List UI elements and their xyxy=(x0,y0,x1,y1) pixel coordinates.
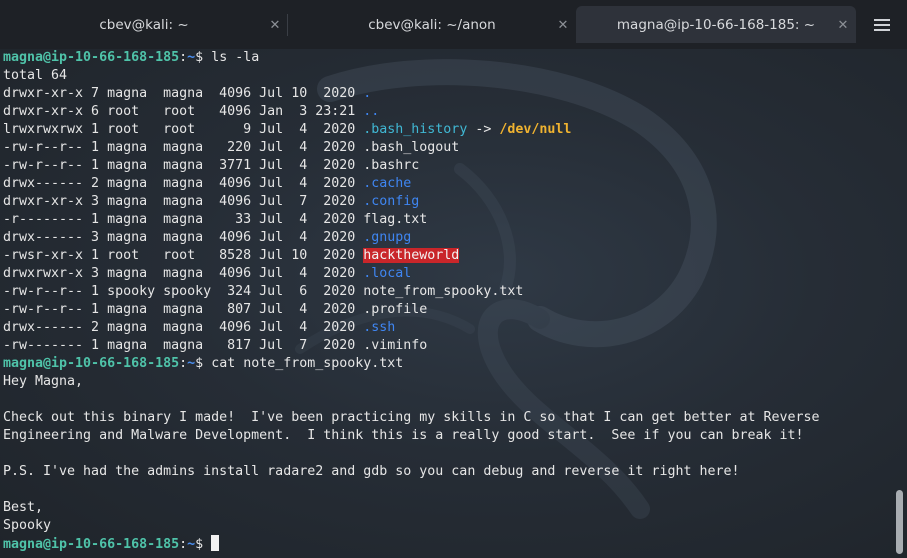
ls-row-meta: -rwsr-xr-x 1 root root 8528 Jul 10 2020 xyxy=(3,248,364,263)
ls-row-name: .bash_history xyxy=(363,122,468,137)
ls-listing: drwxr-xr-x 7 magna magna 4096 Jul 10 202… xyxy=(3,85,883,355)
close-icon[interactable]: ✕ xyxy=(266,16,284,34)
note-line: Hey Magna, xyxy=(3,374,84,389)
terminal-view[interactable]: magna@ip-10-66-168-185:~$ ls -la total 6… xyxy=(0,49,907,558)
prompt-sep: : xyxy=(179,356,188,371)
ls-row: drwxr-xr-x 3 magna magna 4096 Jul 7 2020… xyxy=(3,193,883,211)
ls-row-meta: drwxr-xr-x 7 magna magna 4096 Jul 10 202… xyxy=(3,86,364,101)
ls-row-name: .viminfo xyxy=(363,338,428,353)
output-line: total 64 xyxy=(3,68,68,83)
text-cursor xyxy=(211,535,220,551)
ls-row-meta: -rw------- 1 magna magna 817 Jul 7 2020 xyxy=(3,338,364,353)
terminal-window: cbev@kali: ~ ✕ cbev@kali: ~/anon ✕ magna… xyxy=(0,0,907,558)
ls-row-name: .local xyxy=(363,266,412,281)
command-text: ls -la xyxy=(211,50,260,65)
ls-row: -rw-r--r-- 1 spooky spooky 324 Jul 6 202… xyxy=(3,283,883,301)
prompt-path: ~ xyxy=(187,50,196,65)
scrollbar-track[interactable] xyxy=(893,49,907,558)
ls-row: drwx------ 2 magna magna 4096 Jul 4 2020… xyxy=(3,175,883,193)
note-line: P.S. I've had the admins install radare2… xyxy=(3,464,740,479)
command-text: cat note_from_spooky.txt xyxy=(211,356,404,371)
prompt-user-host: magna@ip-10-66-168-185 xyxy=(3,356,180,371)
ls-row: lrwxrwxrwx 1 root root 9 Jul 4 2020 .bas… xyxy=(3,121,883,139)
prompt-path: ~ xyxy=(187,356,196,371)
close-icon[interactable]: ✕ xyxy=(834,16,852,34)
note-line xyxy=(3,481,883,499)
ls-row-name: .profile xyxy=(363,302,428,317)
hamburger-menu-icon xyxy=(874,19,890,31)
ls-row-meta: drwx------ 2 magna magna 4096 Jul 4 2020 xyxy=(3,320,364,335)
prompt-sep: : xyxy=(179,537,188,552)
prompt-symbol: $ xyxy=(195,537,204,552)
ls-row-name: note_from_spooky.txt xyxy=(363,284,524,299)
note-line xyxy=(3,391,883,409)
prompt-user-host: magna@ip-10-66-168-185 xyxy=(3,537,180,552)
prompt-line: magna@ip-10-66-168-185:~$ cat note_from_… xyxy=(3,355,883,373)
ls-row-name: .config xyxy=(363,194,420,209)
ls-row: -rw-r--r-- 1 magna magna 3771 Jul 4 2020… xyxy=(3,157,883,175)
ls-row: drwx------ 2 magna magna 4096 Jul 4 2020… xyxy=(3,319,883,337)
note-line: Best, xyxy=(3,500,44,515)
ls-row-meta: -rw-r--r-- 1 magna magna 220 Jul 4 2020 xyxy=(3,140,364,155)
ls-row-name: . xyxy=(363,86,372,101)
close-icon[interactable]: ✕ xyxy=(554,16,572,34)
ls-row-meta: drwxr-xr-x 3 magna magna 4096 Jul 7 2020 xyxy=(3,194,364,209)
note-contents: Hey Magna, Check out this binary I made! … xyxy=(3,373,883,535)
note-line: Engineering and Malware Development. I t… xyxy=(3,428,804,443)
prompt-user-host: magna@ip-10-66-168-185 xyxy=(3,50,180,65)
ls-row-meta: drwx------ 2 magna magna 4096 Jul 4 2020 xyxy=(3,176,364,191)
note-line: Spooky xyxy=(3,518,52,533)
symlink-arrow: -> xyxy=(467,122,500,137)
prompt-symbol: $ xyxy=(195,50,204,65)
prompt-line: magna@ip-10-66-168-185:~$ ls -la xyxy=(3,49,883,67)
tab-title: cbev@kali: ~ xyxy=(99,16,189,33)
ls-row-meta: -rw-r--r-- 1 magna magna 807 Jul 4 2020 xyxy=(3,302,364,317)
note-line xyxy=(3,445,883,463)
ls-row-meta: drwx------ 3 magna magna 4096 Jul 4 2020 xyxy=(3,230,364,245)
prompt-path: ~ xyxy=(187,537,196,552)
prompt-sep: : xyxy=(179,50,188,65)
ls-row: -rw------- 1 magna magna 817 Jul 7 2020 … xyxy=(3,337,883,355)
ls-row-meta: -r-------- 1 magna magna 33 Jul 4 2020 xyxy=(3,212,364,227)
note-line: Check out this binary I made! I've been … xyxy=(3,410,820,425)
tab-cbev-anon[interactable]: cbev@kali: ~/anon ✕ xyxy=(288,0,576,49)
menu-button[interactable] xyxy=(865,8,899,42)
ls-row: drwx------ 3 magna magna 4096 Jul 4 2020… xyxy=(3,229,883,247)
ls-row: drwxrwxr-x 3 magna magna 4096 Jul 4 2020… xyxy=(3,265,883,283)
ls-row-name: .bashrc xyxy=(363,158,420,173)
tab-title: cbev@kali: ~/anon xyxy=(368,16,496,33)
ls-row: -rwsr-xr-x 1 root root 8528 Jul 10 2020 … xyxy=(3,247,883,265)
ls-row-name: .cache xyxy=(363,176,412,191)
ls-row-meta: -rw-r--r-- 1 magna magna 3771 Jul 4 2020 xyxy=(3,158,364,173)
ls-row: -r-------- 1 magna magna 33 Jul 4 2020 f… xyxy=(3,211,883,229)
ls-row-name: flag.txt xyxy=(363,212,428,227)
ls-row-meta: -rw-r--r-- 1 spooky spooky 324 Jul 6 202… xyxy=(3,284,364,299)
ls-row-meta: drwxr-xr-x 6 root root 4096 Jan 3 23:21 xyxy=(3,104,364,119)
prompt-symbol: $ xyxy=(195,356,204,371)
ls-row: -rw-r--r-- 1 magna magna 807 Jul 4 2020 … xyxy=(3,301,883,319)
ls-row-name: .gnupg xyxy=(363,230,412,245)
tab-bar: cbev@kali: ~ ✕ cbev@kali: ~/anon ✕ magna… xyxy=(0,0,907,49)
scrollbar-thumb[interactable] xyxy=(896,490,903,554)
ls-row-name: .. xyxy=(363,104,380,119)
tab-magna-active[interactable]: magna@ip-10-66-168-185: ~ ✕ xyxy=(576,6,856,43)
ls-row-meta: lrwxrwxrwx 1 root root 9 Jul 4 2020 xyxy=(3,122,364,137)
ls-row: drwxr-xr-x 7 magna magna 4096 Jul 10 202… xyxy=(3,85,883,103)
ls-row-meta: drwxrwxr-x 3 magna magna 4096 Jul 4 2020 xyxy=(3,266,364,281)
ls-row-name: .bash_logout xyxy=(363,140,460,155)
prompt-line-current[interactable]: magna@ip-10-66-168-185:~$ xyxy=(3,535,883,553)
ls-row: drwxr-xr-x 6 root root 4096 Jan 3 23:21 … xyxy=(3,103,883,121)
symlink-target: /dev/null xyxy=(499,122,572,137)
ls-row: -rw-r--r-- 1 magna magna 220 Jul 4 2020 … xyxy=(3,139,883,157)
terminal-output: magna@ip-10-66-168-185:~$ ls -la total 6… xyxy=(3,49,883,553)
ls-row-name: .ssh xyxy=(363,320,396,335)
tab-title: magna@ip-10-66-168-185: ~ xyxy=(616,16,816,33)
tab-cbev-home[interactable]: cbev@kali: ~ ✕ xyxy=(0,0,288,49)
ls-row-name: hacktheworld xyxy=(363,248,460,263)
